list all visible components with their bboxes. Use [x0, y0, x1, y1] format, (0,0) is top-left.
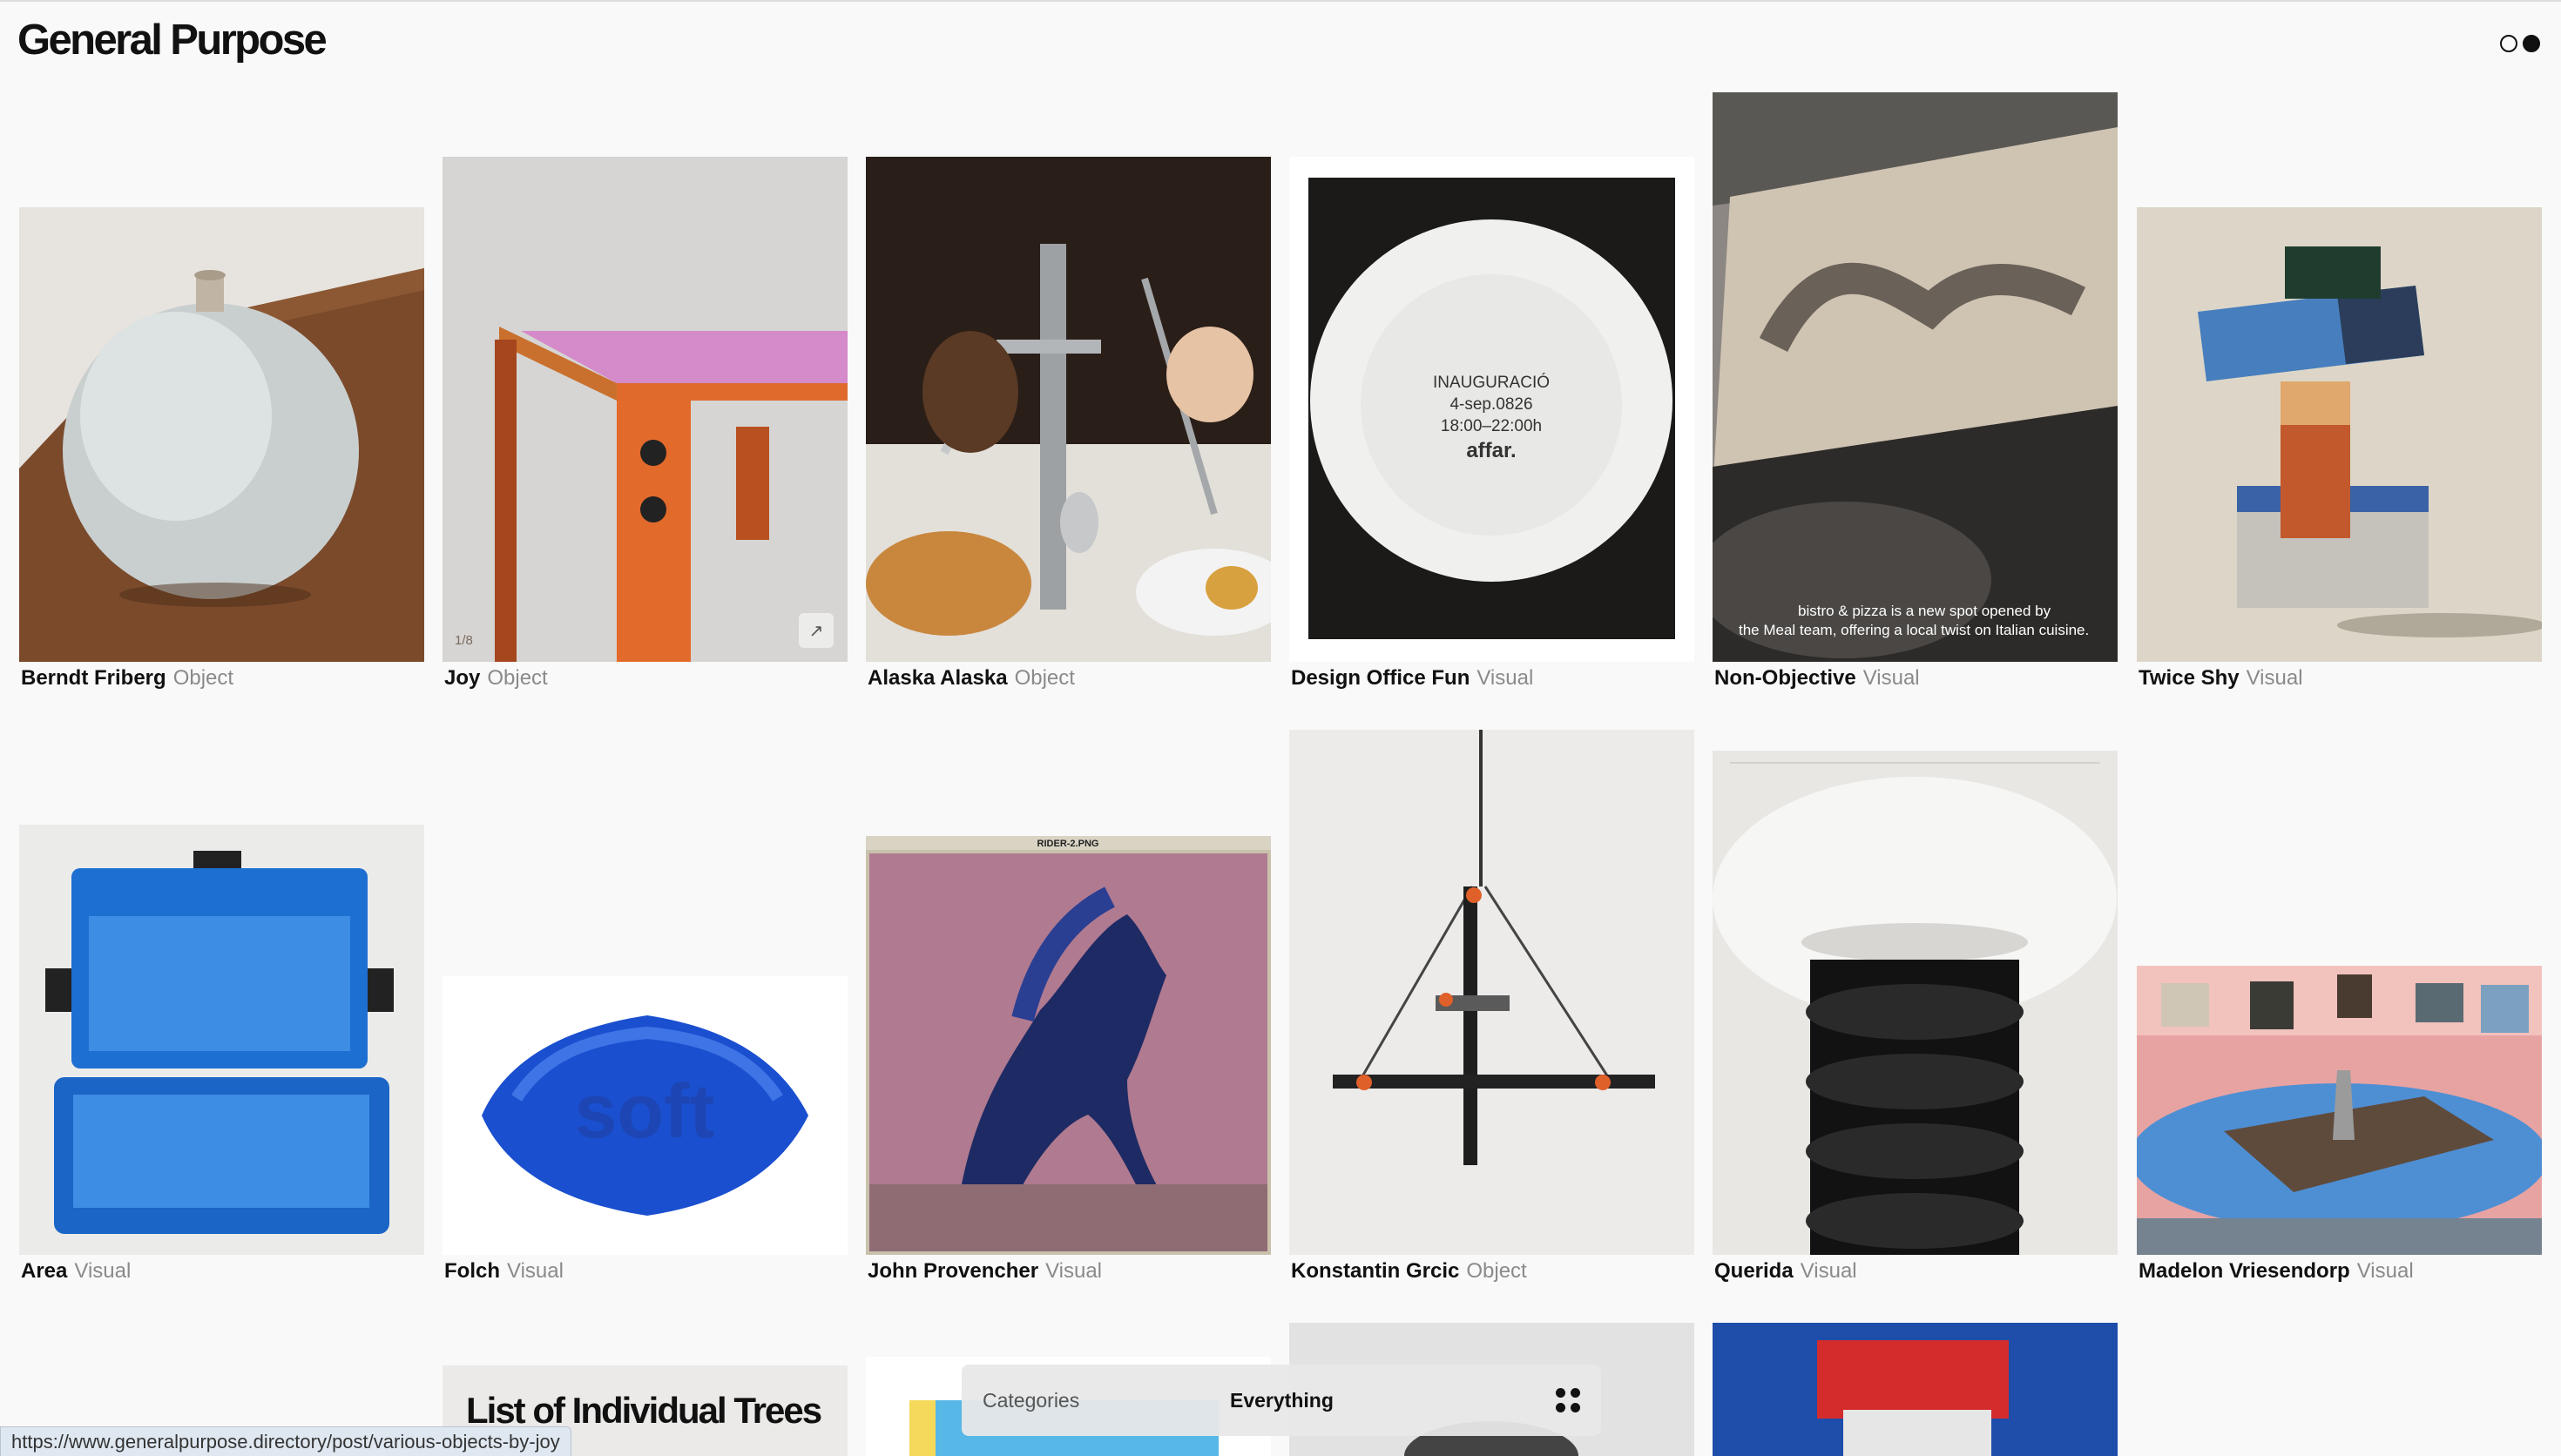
theme-toggle[interactable] [2500, 35, 2540, 52]
row3-card-comb[interactable] [1713, 1323, 2118, 1456]
card-caption: Querida Visual [1714, 1259, 1857, 1283]
soft-pill-image[interactable]: soft [443, 976, 848, 1255]
cutlery-image[interactable] [866, 157, 1271, 662]
top-border [0, 0, 2561, 2]
slide-counter: 1/8 [455, 633, 473, 648]
card-caption: John Provencher Visual [868, 1259, 1102, 1283]
filter-label: Categories [983, 1388, 1080, 1412]
case-image[interactable] [19, 825, 424, 1255]
rider-image[interactable]: RIDER-2.PNG [866, 836, 1271, 1255]
card-caption: Area Visual [21, 1259, 132, 1283]
poster-line-1: INAUGURACIÓ [1433, 373, 1550, 392]
table-image[interactable]: 1/8 ↗ [443, 157, 848, 662]
glass-lamp-image[interactable] [1713, 751, 2118, 1255]
card-caption: Folch Visual [444, 1259, 564, 1283]
card-caption: Design Office Fun Visual [1291, 666, 1534, 690]
category-filter[interactable]: Categories Everything [962, 1365, 1601, 1436]
card-caption: Joy Object [444, 666, 548, 690]
card-caption: Madelon Vriesendorp Visual [2139, 1259, 2414, 1283]
poster-line-4: affar. [1466, 439, 1516, 462]
row3-title: List of Individual Trees [466, 1390, 822, 1431]
card-caption: Berndt Friberg Object [21, 666, 234, 690]
plate-image[interactable]: INAUGURACIÓ 4-sep.0826 18:00–22:00h affa… [1289, 157, 1694, 662]
painting-image[interactable] [2137, 966, 2542, 1255]
arrow-up-right-icon[interactable]: ↗ [799, 613, 834, 648]
card-caption: Konstantin Grcic Object [1291, 1259, 1527, 1283]
caption-line-2: the Meal team, offering a local twist on… [1739, 622, 2089, 638]
grid-dots-icon[interactable] [1556, 1388, 1580, 1412]
poster-line-3: 18:00–22:00h [1441, 417, 1542, 435]
card-caption: Non-Objective Visual [1714, 666, 1920, 690]
boxes-image[interactable] [2137, 207, 2542, 662]
card-caption: Alaska Alaska Object [868, 666, 1075, 690]
site-logo[interactable]: General Purpose [17, 12, 328, 68]
card-caption: Twice Shy Visual [2139, 666, 2303, 690]
mosaic-image[interactable]: bistro & pizza is a new spot opened by t… [1713, 92, 2118, 662]
status-url: https://www.generalpurpose.directory/pos… [0, 1426, 571, 1456]
poster-line-2: 4-sep.0826 [1449, 395, 1532, 414]
filter-value[interactable]: Everything [1230, 1389, 1556, 1412]
dark-mode-dot[interactable] [2523, 35, 2540, 52]
light-mode-dot[interactable] [2500, 35, 2517, 52]
caption-line-1: bistro & pizza is a new spot opened by [1798, 603, 2051, 619]
vase-image[interactable] [19, 207, 424, 662]
window-title: RIDER-2.PNG [1037, 839, 1099, 849]
pill-text: soft [574, 1068, 714, 1154]
chandelier-image[interactable] [1289, 730, 1694, 1255]
